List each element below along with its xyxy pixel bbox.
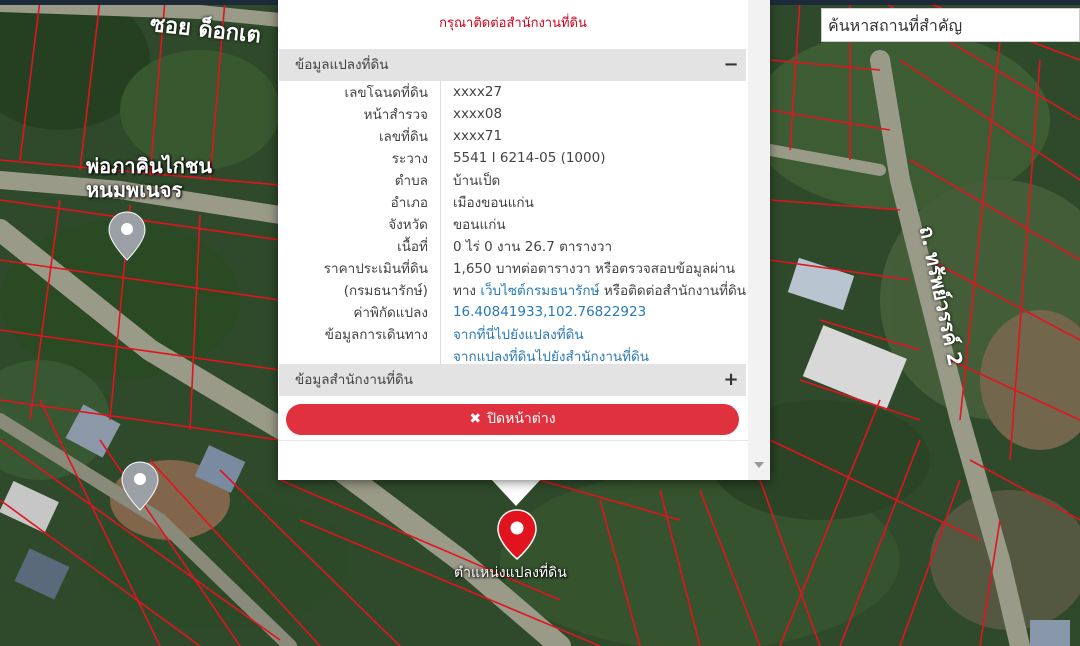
map-place-label-line2: หนมพเนจร (86, 178, 183, 202)
row-value: xxxx27 (452, 84, 503, 100)
price-label-dept: (กรมธนารักษ์) (279, 279, 441, 301)
treasury-website-link[interactable]: เว็บไซต์กรมธนารักษ์ (480, 283, 599, 299)
row-label: ระวาง (279, 147, 441, 169)
row-label: หน้าสำรวจ (279, 103, 441, 125)
route-to-parcel-link[interactable]: จากที่นี่ไปยังแปลงที่ดิน (453, 327, 584, 343)
table-row: ระวาง 5541 I 6214-05 (1000) (279, 147, 746, 169)
table-row: ตำบล บ้านเป็ด (279, 169, 746, 191)
parcel-info-popup: กรุณาติดต่อสำนักงานที่ดิน ข้อมูลแปลงที่ด… (278, 0, 770, 480)
price-value-pre: ทาง (452, 283, 477, 299)
close-window-button[interactable]: ✖ ปิดหน้าต่าง (286, 404, 739, 435)
row-label: อำเภอ (279, 191, 441, 213)
travel-row: ข้อมูลการเดินทาง จากที่นี่ไปยังแปลงที่ดิ… (279, 323, 746, 345)
parcel-info-section-header[interactable]: ข้อมูลแปลงที่ดิน − (279, 49, 746, 81)
price-value-post: หรือติดต่อสำนักงานที่ดิน (603, 283, 746, 299)
expand-icon[interactable]: + (721, 364, 741, 396)
price-row: ราคาประเมินที่ดิน 1,650 บาทต่อตารางวา หร… (279, 257, 746, 279)
row-value: xxxx08 (452, 106, 503, 122)
row-value: เมืองขอนแก่น (452, 195, 534, 211)
row-label: จังหวัด (279, 213, 441, 235)
parcel-info-table: เลขโฉนดที่ดิน xxxx27 หน้าสำรวจ xxxx08 เล… (279, 81, 746, 367)
parcel-info-section-title: ข้อมูลแปลงที่ดิน (295, 57, 389, 73)
price-value: 1,650 บาทต่อตารางวา หรือตรวจสอบข้อมูลผ่า… (452, 261, 735, 277)
row-value: 0 ไร่ 0 งาน 26.7 ตารางวา (452, 239, 613, 255)
notice-text: กรุณาติดต่อสำนักงานที่ดิน (439, 16, 587, 31)
row-label: เลขโฉนดที่ดิน (279, 81, 441, 103)
office-info-section-header[interactable]: ข้อมูลสำนักงานที่ดิน + (279, 364, 746, 396)
row-label: ตำบล (279, 169, 441, 191)
marker-label: ตำแหน่งแปลงที่ดิน (454, 565, 567, 581)
travel-label: ข้อมูลการเดินทาง (279, 323, 441, 345)
row-value: บ้านเป็ด (452, 173, 501, 189)
collapse-icon[interactable]: − (721, 49, 741, 81)
office-info-section-title: ข้อมูลสำนักงานที่ดิน (295, 372, 414, 388)
price-label: ราคาประเมินที่ดิน (279, 257, 441, 279)
close-window-label: ปิดหน้าต่าง (487, 411, 556, 427)
landmark-search-input[interactable] (821, 8, 1080, 42)
row-value: 5541 I 6214-05 (1000) (452, 150, 606, 166)
table-row: จังหวัด ขอนแก่น (279, 213, 746, 235)
row-value: ขอนแก่น (452, 217, 506, 233)
coords-row: ค่าพิกัดแปลง 16.40841933,102.76822923 (279, 301, 746, 323)
row-label: เนื้อที่ (279, 235, 441, 257)
popup-tip (490, 478, 542, 506)
table-row: หน้าสำรวจ xxxx08 (279, 103, 746, 125)
coords-link[interactable]: 16.40841933,102.76822923 (453, 304, 646, 320)
map-place-label: พ่อภาคินไก่ชน หนมพเนจร (86, 154, 212, 202)
scroll-down-arrow-icon[interactable] (754, 462, 764, 468)
table-row: เนื้อที่ 0 ไร่ 0 งาน 26.7 ตารางวา (279, 235, 746, 257)
coords-label: ค่าพิกัดแปลง (279, 301, 441, 323)
table-row: อำเภอ เมืองขอนแก่น (279, 191, 746, 213)
map-place-label-line1: พ่อภาคินไก่ชน (86, 154, 213, 178)
row-value: xxxx71 (452, 128, 503, 144)
table-row: เลขโฉนดที่ดิน xxxx27 (279, 81, 746, 103)
divider (278, 440, 748, 441)
route-to-office-link[interactable]: จากแปลงที่ดินไปยังสำนักงานที่ดิน (453, 349, 649, 365)
table-row: เลขที่ดิน xxxx71 (279, 125, 746, 147)
close-icon: ✖ (469, 411, 482, 427)
row-label: เลขที่ดิน (279, 125, 441, 147)
popup-scrollbar[interactable] (748, 0, 770, 480)
price-row-2: (กรมธนารักษ์) ทาง เว็บไซต์กรมธนารักษ์ หร… (279, 279, 746, 301)
